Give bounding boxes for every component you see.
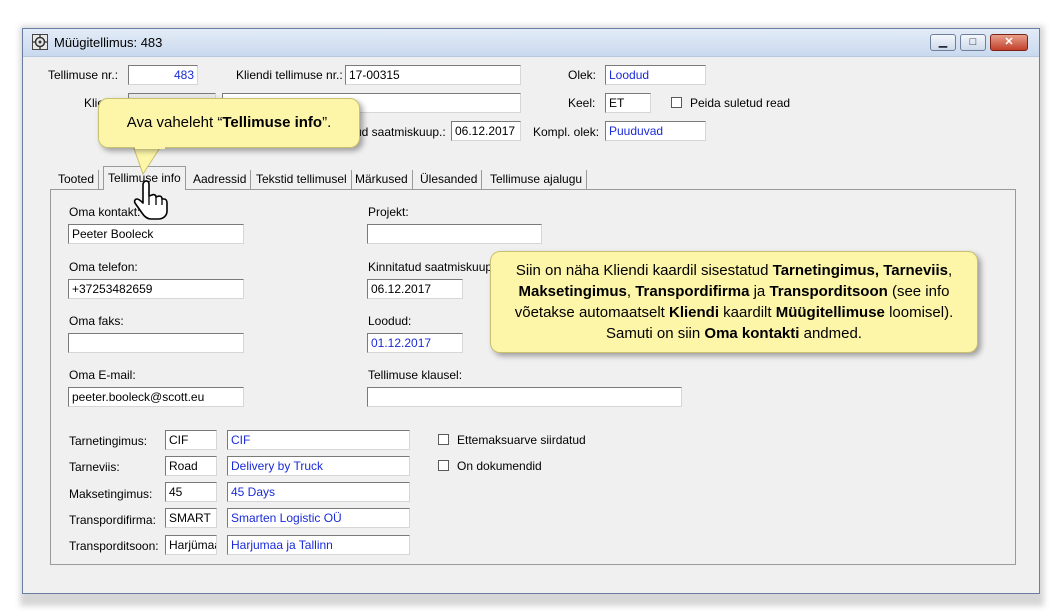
window-title: Müügitellimus: 483: [54, 35, 163, 50]
own-fax-field[interactable]: [68, 333, 244, 353]
info-callout-segment: ja: [749, 283, 770, 300]
title-bar[interactable]: [23, 29, 1039, 57]
delivery-terms-text[interactable]: CIF: [227, 430, 410, 450]
info-callout-segment: Oma kontakti: [704, 325, 800, 342]
info-callout-text: Siin on näha Kliendi kaardil sisestatud …: [515, 262, 954, 342]
info-callout-segment: andmed.: [799, 325, 862, 342]
own-email-label: Oma E-mail:: [69, 368, 136, 382]
created-label: Loodud:: [368, 314, 412, 328]
maximize-button[interactable]: □: [960, 34, 986, 51]
delivery-method-code[interactable]: Road: [165, 456, 217, 476]
delivery-method-label: Tarneviis:: [69, 460, 120, 474]
order-no-label: Tellimuse nr.:: [48, 68, 119, 82]
own-contact-field[interactable]: Peeter Booleck: [68, 224, 244, 244]
info-callout-segment: ,: [947, 262, 953, 279]
info-callout-segment: Tarnetingimus, Tarneviis: [772, 262, 948, 279]
transport-zone-label: Transporditsoon:: [69, 539, 159, 553]
own-contact-label: Oma kontakt:: [69, 205, 141, 219]
delivery-date-field[interactable]: 06.12.2017: [451, 121, 521, 141]
tab-products[interactable]: Tooted: [54, 170, 100, 190]
info-callout-segment: Müügitellimuse: [775, 304, 885, 321]
project-label: Projekt:: [368, 205, 409, 219]
tab-order-history[interactable]: Tellimuse ajalugu: [486, 170, 588, 190]
tab-hint-bold: Tellimuse info: [222, 114, 323, 131]
info-callout-segment: kaardilt: [719, 304, 776, 321]
info-callout-segment: Transporditsoon: [769, 283, 888, 300]
clause-label: Tellimuse klausel:: [368, 368, 463, 382]
delivery-method-text[interactable]: Delivery by Truck: [227, 456, 410, 476]
tab-tasks[interactable]: Ülesanded: [416, 170, 483, 190]
tab-hint-callout: Ava vaheleht “Tellimuse info”.: [98, 98, 360, 148]
status-field[interactable]: Loodud: [605, 65, 706, 85]
info-callout-segment: Kliendi: [669, 304, 720, 321]
delivery-date-label: ud saatmiskuup.:: [355, 125, 446, 139]
tab-hint-post: ”.: [322, 114, 332, 131]
tab-order-texts[interactable]: Tekstid tellimusel: [252, 170, 352, 190]
info-callout-segment: Transpordifirma: [635, 283, 750, 300]
own-email-field[interactable]: peeter.booleck@scott.eu: [68, 387, 244, 407]
created-field[interactable]: 01.12.2017: [367, 333, 463, 353]
status-label: Olek:: [568, 68, 597, 82]
language-field[interactable]: ET: [605, 93, 651, 113]
confirmed-date-label: Kinnitatud saatmiskuup.:: [368, 260, 499, 274]
complete-status-field[interactable]: Puuduvad: [605, 121, 706, 141]
tab-hint-pre: Ava vaheleht “: [126, 114, 223, 131]
order-no-field[interactable]: 483: [128, 65, 198, 85]
minimize-button[interactable]: ▁: [930, 34, 956, 51]
payment-terms-code[interactable]: 45: [165, 482, 217, 502]
info-callout-segment: Maksetingimus: [518, 283, 627, 300]
language-label: Keel:: [568, 96, 596, 110]
transport-zone-code[interactable]: Harjümaa: [165, 535, 217, 555]
payment-terms-text[interactable]: 45 Days: [227, 482, 410, 502]
documents-checkbox[interactable]: [438, 460, 449, 471]
own-phone-label: Oma telefon:: [69, 260, 138, 274]
client-order-field[interactable]: 17-00315: [345, 65, 521, 85]
clause-field[interactable]: [367, 387, 682, 407]
carrier-label: Transpordifirma:: [69, 513, 156, 527]
hide-closed-label: Peida suletud read: [690, 96, 791, 110]
own-fax-label: Oma faks:: [69, 314, 124, 328]
client-order-label: Kliendi tellimuse nr.:: [236, 68, 343, 82]
complete-status-label: Kompl. olek:: [533, 125, 600, 139]
prepayment-checkbox[interactable]: [438, 434, 449, 445]
confirmed-date-field[interactable]: 06.12.2017: [367, 279, 463, 299]
tab-notes[interactable]: Märkused: [351, 170, 413, 190]
tab-addresses[interactable]: Aadressid: [189, 170, 252, 190]
hide-closed-checkbox[interactable]: [671, 97, 682, 108]
hand-pointer-icon: [133, 180, 168, 220]
own-phone-field[interactable]: +37253482659: [68, 279, 244, 299]
prepayment-label: Ettemaksuarve siirdatud: [457, 433, 586, 447]
payment-terms-label: Maksetingimus:: [69, 487, 153, 501]
project-field[interactable]: [367, 224, 542, 244]
info-callout-segment: ,: [626, 283, 636, 300]
delivery-terms-code[interactable]: CIF: [165, 430, 217, 450]
transport-zone-text[interactable]: Harjumaa ja Tallinn: [227, 535, 410, 555]
app-icon: [32, 34, 48, 50]
carrier-text[interactable]: Smarten Logistic OÜ: [227, 508, 410, 528]
delivery-terms-label: Tarnetingimus:: [69, 434, 148, 448]
carrier-code[interactable]: SMART: [165, 508, 217, 528]
documents-label: On dokumendid: [457, 459, 542, 473]
close-button[interactable]: ✕: [990, 34, 1028, 51]
info-callout: Siin on näha Kliendi kaardil sisestatud …: [490, 251, 978, 353]
info-callout-segment: Siin on näha Kliendi kaardil sisestatud: [515, 262, 773, 279]
tab-hint-callout-cover: [135, 146, 165, 149]
